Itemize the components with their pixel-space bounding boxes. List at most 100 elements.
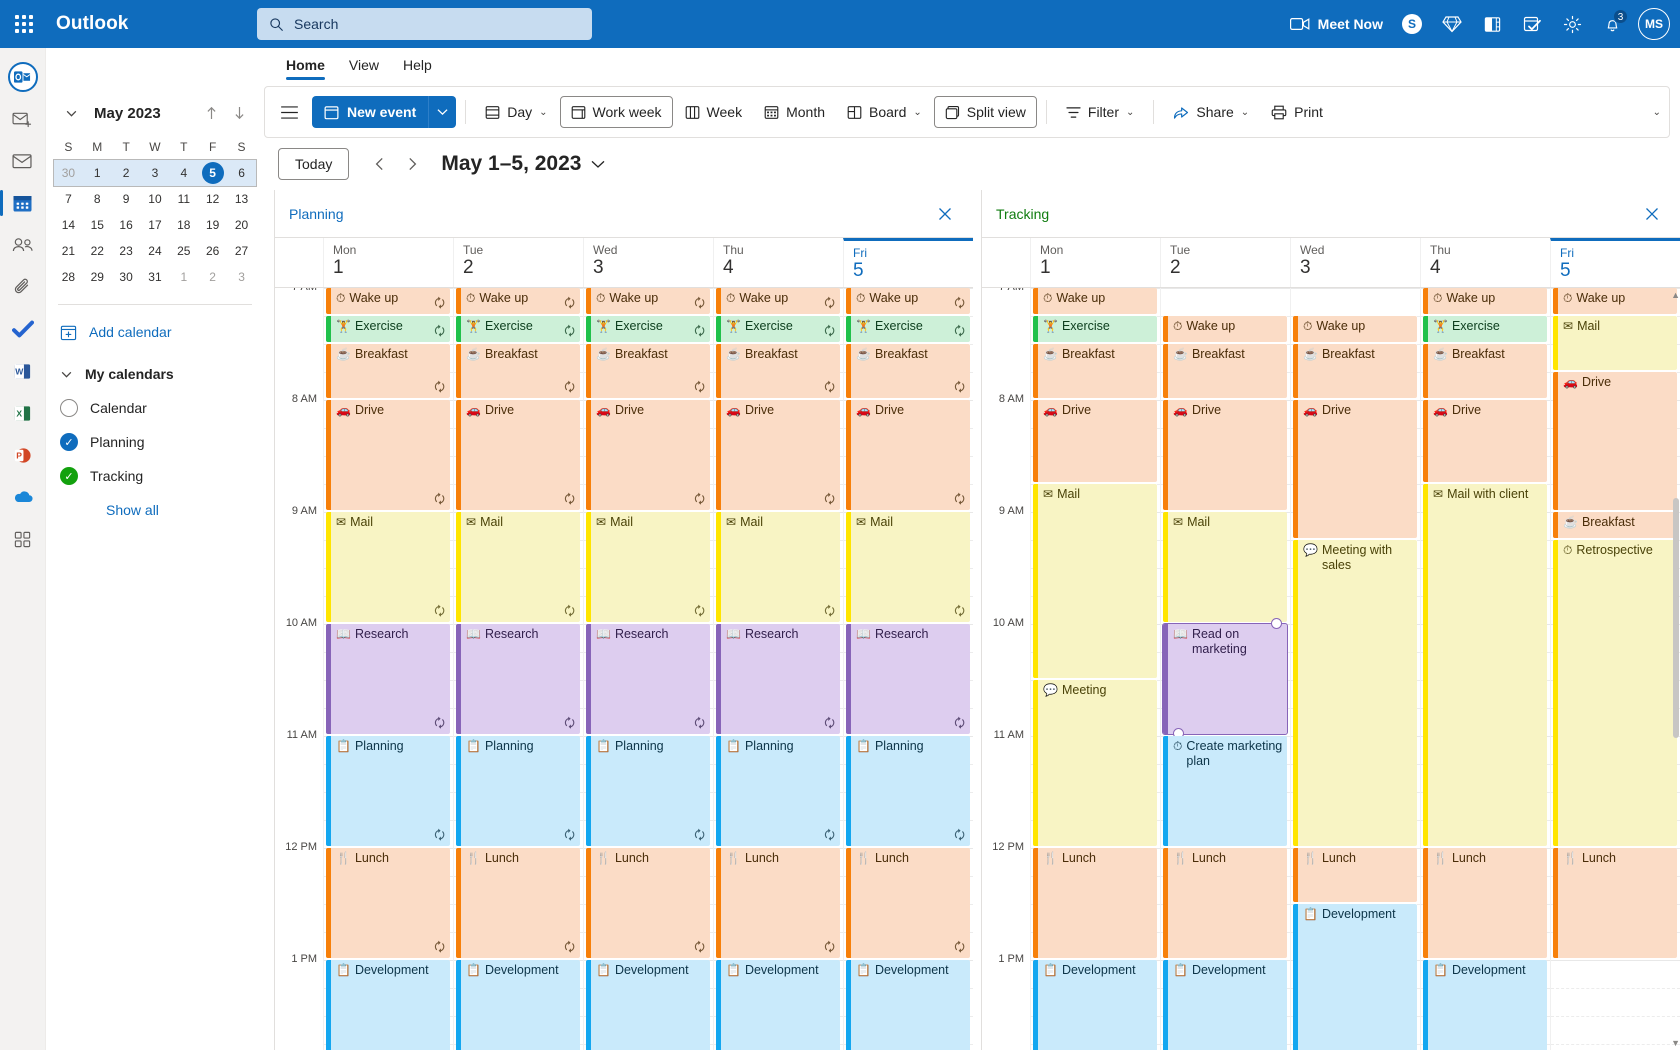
calendar-event[interactable]: 🚗 Drive bbox=[1423, 400, 1547, 482]
pane-close-icon[interactable] bbox=[1638, 200, 1666, 228]
rail-new-mail[interactable] bbox=[0, 98, 46, 140]
calendar-event[interactable]: ☕ Breakfast bbox=[1033, 344, 1157, 398]
previous-period-icon[interactable] bbox=[367, 151, 393, 177]
day-header-wed[interactable]: Wed 3 bbox=[583, 238, 713, 287]
calendar-event[interactable]: 🍴 Lunch bbox=[1163, 848, 1287, 958]
day-column[interactable]: ⏱ Wake up ☕ Breakfast 🚗 Drive 💬 Meeting with sa… bbox=[1290, 288, 1420, 1050]
calendar-event[interactable]: 🚗 Drive 🗘 bbox=[716, 400, 840, 510]
view-board-button[interactable]: Board ⌄ bbox=[837, 96, 932, 128]
mini-calendar-day[interactable]: 7 bbox=[54, 186, 83, 212]
filter-button[interactable]: Filter ⌄ bbox=[1056, 96, 1145, 128]
calendar-event[interactable]: 🚗 Drive bbox=[1553, 372, 1677, 510]
calendar-event[interactable]: 📋Development🗘 bbox=[456, 960, 580, 1050]
view-day-button[interactable]: Day ⌄ bbox=[475, 96, 557, 128]
mini-calendar-day[interactable]: 9 bbox=[112, 186, 141, 212]
calendar-event[interactable]: ☕ Breakfast 🗘 bbox=[586, 344, 710, 398]
calendar-event[interactable]: ⏱ Wake up 🗘 bbox=[846, 288, 970, 314]
calendar-event[interactable]: ✉ Mail 🗘 bbox=[716, 512, 840, 622]
mini-calendar-week-row[interactable]: 30 1 2 3 4 5 6 bbox=[53, 159, 257, 187]
calendar-event[interactable]: ✉ Mail bbox=[1163, 512, 1287, 622]
calendar-event[interactable]: 🏋 Exercise 🗘 bbox=[326, 316, 450, 342]
calendar-event[interactable]: 📖 Research 🗘 bbox=[456, 624, 580, 734]
calendar-event[interactable]: 🚗 Drive 🗘 bbox=[586, 400, 710, 510]
mini-calendar-day[interactable]: 13 bbox=[227, 186, 256, 212]
add-calendar-button[interactable]: Add calendar bbox=[54, 315, 256, 349]
calendar-event[interactable]: ⏱ Wake up 🗘 bbox=[586, 288, 710, 314]
day-header-mon[interactable]: Mon 1 bbox=[1030, 238, 1160, 287]
tab-help[interactable]: Help bbox=[393, 51, 442, 80]
mini-calendar-day[interactable]: 23 bbox=[112, 238, 141, 264]
day-caret-icon[interactable]: ⌄ bbox=[539, 107, 547, 118]
day-column[interactable]: ⏱ Wake up ☕ Breakfast 🚗 Drive ✉ Mail 📖 Read on ma… bbox=[1160, 288, 1290, 1050]
mini-calendar-day[interactable]: 17 bbox=[141, 212, 170, 238]
calendar-event[interactable]: ⏱ Wake up bbox=[1163, 316, 1287, 342]
mini-calendar-day[interactable]: 3 bbox=[227, 264, 256, 290]
calendar-event[interactable]: 📖 Research 🗘 bbox=[326, 624, 450, 734]
calendar-event[interactable]: ✉ Mail with client bbox=[1423, 484, 1547, 846]
avatar[interactable]: MS bbox=[1638, 8, 1670, 40]
mini-calendar-day[interactable]: 29 bbox=[83, 264, 112, 290]
mini-calendar-day[interactable]: 22 bbox=[83, 238, 112, 264]
calendar-event[interactable]: 🚗 Drive 🗘 bbox=[846, 400, 970, 510]
mini-calendar-day[interactable]: 14 bbox=[54, 212, 83, 238]
board-caret-icon[interactable]: ⌄ bbox=[913, 107, 921, 118]
pane-close-icon[interactable] bbox=[931, 200, 959, 228]
show-all-button[interactable]: Show all bbox=[54, 493, 256, 527]
calendar-event[interactable]: 📋Development🗘 bbox=[716, 960, 840, 1050]
mini-calendar-day[interactable]: 2 bbox=[198, 264, 227, 290]
rail-powerpoint[interactable]: P bbox=[0, 434, 46, 476]
rail-todo[interactable] bbox=[0, 308, 46, 350]
rail-calendar[interactable] bbox=[0, 182, 46, 224]
mini-calendar-day[interactable]: 31 bbox=[141, 264, 170, 290]
calendar-event[interactable]: ✉ Mail 🗘 bbox=[326, 512, 450, 622]
day-column[interactable]: ⏱ Wake up 🏋 Exercise ☕ Breakfast 🚗 Drive ✉ Mail w… bbox=[1420, 288, 1550, 1050]
share-caret-icon[interactable]: ⌄ bbox=[1241, 107, 1249, 118]
calendar-event[interactable]: 🏋 Exercise 🗘 bbox=[586, 316, 710, 342]
calendar-event[interactable]: ⏱ Wake up bbox=[1553, 288, 1677, 314]
mini-calendar-title[interactable]: May 2023 bbox=[94, 105, 161, 122]
mini-calendar-day[interactable]: 18 bbox=[169, 212, 198, 238]
calendar-event[interactable]: 📋 Development bbox=[1423, 960, 1547, 1050]
calendar-event[interactable]: ⏱ Wake up bbox=[1423, 288, 1547, 314]
calendar-event[interactable]: 📖 Research 🗘 bbox=[586, 624, 710, 734]
calendar-event[interactable]: 📋Development🗘 bbox=[586, 960, 710, 1050]
calendar-event[interactable]: 📋 Development bbox=[1163, 960, 1287, 1050]
day-header-wed[interactable]: Wed 3 bbox=[1290, 238, 1420, 287]
calendar-event[interactable]: 📋 Planning 🗘 bbox=[456, 736, 580, 846]
day-header-tue[interactable]: Tue 2 bbox=[1160, 238, 1290, 287]
calendar-checkbox-icon[interactable]: ✓ bbox=[60, 467, 78, 485]
mini-calendar-week-row[interactable]: 14 15 16 17 18 19 20 bbox=[54, 212, 256, 238]
rail-word[interactable]: W bbox=[0, 350, 46, 392]
day-column[interactable]: ⏱ Wake up 🗘 🏋 Exercise 🗘 ☕ Breakfast 🗘 🚗 Drive 🗘 ✉ Ma… bbox=[453, 288, 583, 1050]
scroll-down-arrow-icon[interactable]: ▼ bbox=[1671, 1038, 1680, 1048]
share-button[interactable]: Share ⌄ bbox=[1163, 96, 1259, 128]
calendar-event[interactable]: 🚗 Drive bbox=[1293, 400, 1417, 538]
calendar-event[interactable]: 🏋 Exercise bbox=[1423, 316, 1547, 342]
calendar-item-calendar[interactable]: Calendar bbox=[54, 391, 256, 425]
mini-calendar-day[interactable]: 4 bbox=[169, 160, 199, 186]
date-range-picker[interactable]: May 1–5, 2023 bbox=[441, 152, 605, 176]
onenote-icon[interactable] bbox=[1472, 4, 1512, 44]
settings-gear-icon[interactable] bbox=[1552, 4, 1592, 44]
view-work-week-button[interactable]: Work week bbox=[559, 96, 673, 128]
mini-calendar-day[interactable]: 3 bbox=[140, 160, 170, 186]
calendar-event[interactable]: 🚗 Drive 🗘 bbox=[326, 400, 450, 510]
filter-caret-icon[interactable]: ⌄ bbox=[1126, 107, 1134, 118]
day-header-tue[interactable]: Tue 2 bbox=[453, 238, 583, 287]
event-resize-handle-top[interactable] bbox=[1271, 618, 1282, 629]
day-column[interactable]: ⏱ Wake up 🗘 🏋 Exercise 🗘 ☕ Breakfast 🗘 🚗 Drive 🗘 ✉ Ma… bbox=[713, 288, 843, 1050]
rail-excel[interactable]: X bbox=[0, 392, 46, 434]
mini-calendar-week-row[interactable]: 7 8 9 10 11 12 13 bbox=[54, 186, 256, 212]
calendar-event[interactable]: ☕ Breakfast 🗘 bbox=[716, 344, 840, 398]
tab-view[interactable]: View bbox=[339, 51, 389, 80]
mini-calendar-day[interactable]: 27 bbox=[227, 238, 256, 264]
mini-calendar-day[interactable]: 11 bbox=[169, 186, 198, 212]
calendar-item-planning[interactable]: ✓ Planning bbox=[54, 425, 256, 459]
calendar-event[interactable]: 🏋 Exercise bbox=[1033, 316, 1157, 342]
calendar-event[interactable]: ✉ Mail 🗘 bbox=[586, 512, 710, 622]
mini-calendar-day[interactable]: 24 bbox=[141, 238, 170, 264]
scroll-up-arrow-icon[interactable]: ▲ bbox=[1671, 290, 1680, 300]
rail-files[interactable] bbox=[0, 266, 46, 308]
calendar-event[interactable]: 📋 Planning 🗘 bbox=[326, 736, 450, 846]
mini-calendar-day[interactable]: 19 bbox=[198, 212, 227, 238]
